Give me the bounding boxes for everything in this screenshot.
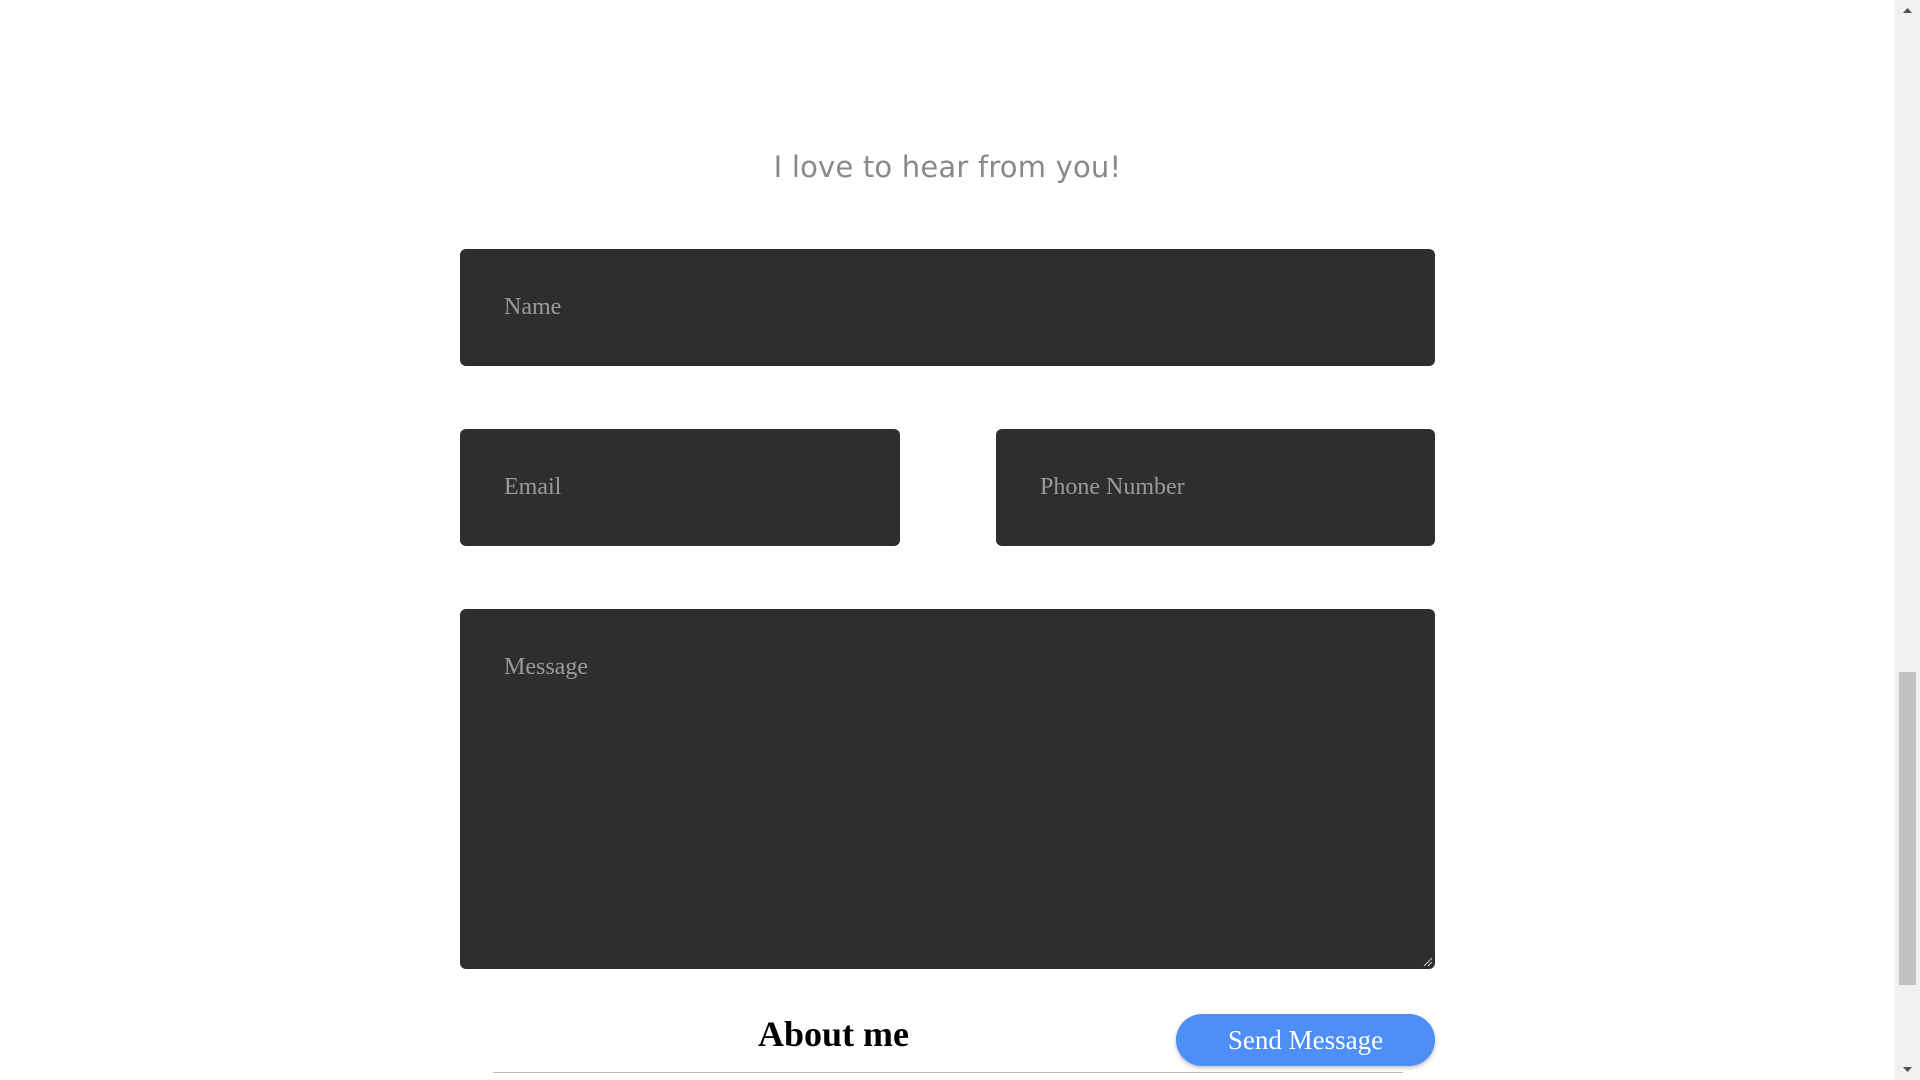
phone-number-field[interactable] <box>996 429 1435 546</box>
vertical-scrollbar[interactable] <box>1895 0 1920 1080</box>
send-message-button[interactable]: Send Message <box>1176 1014 1435 1066</box>
contact-page: I love to hear from you! About me Send M… <box>0 0 1895 1080</box>
resize-grip-icon[interactable] <box>1422 956 1433 967</box>
email-field[interactable] <box>460 429 900 546</box>
chevron-down-icon[interactable] <box>1895 1060 1920 1080</box>
name-field[interactable] <box>460 249 1435 366</box>
message-field[interactable] <box>460 609 1435 969</box>
scrollbar-thumb[interactable] <box>1899 672 1916 985</box>
contact-subtitle: I love to hear from you! <box>773 150 1122 184</box>
chevron-up-icon[interactable] <box>1895 0 1920 20</box>
about-divider <box>493 1072 1403 1073</box>
about-me-heading: About me <box>758 1014 909 1054</box>
